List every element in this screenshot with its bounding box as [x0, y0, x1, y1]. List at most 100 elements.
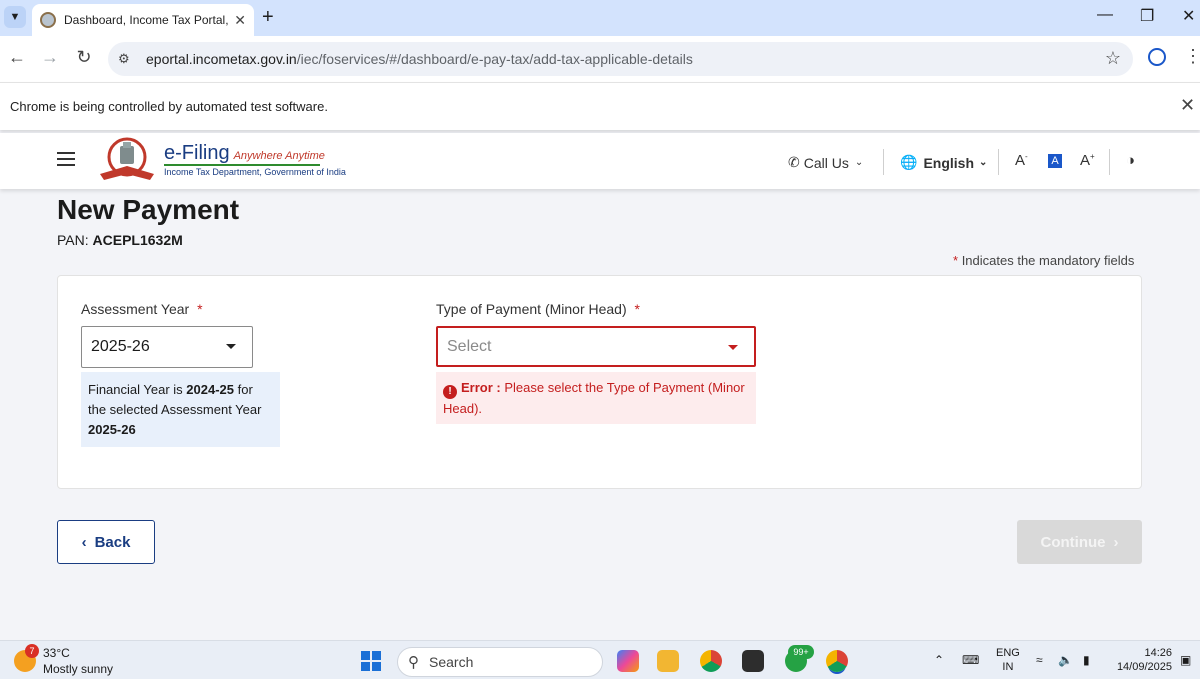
- fy-info-assessment-year: 2025-26: [88, 422, 136, 437]
- site-favicon-icon: [40, 12, 56, 28]
- address-bar[interactable]: ⚙ eportal.incometax.gov.in/iec/foservice…: [108, 42, 1133, 76]
- file-explorer-icon[interactable]: [657, 650, 679, 672]
- payment-type-label: Type of Payment (Minor Head) *: [436, 301, 640, 317]
- chrome-menu-icon[interactable]: ⋮: [1184, 46, 1200, 67]
- reload-icon[interactable]: ↻: [72, 47, 96, 68]
- income-tax-emblem-icon: [100, 137, 154, 180]
- pan-value: ACEPL1632M: [92, 232, 183, 248]
- assessment-year-value: 2025-26: [91, 338, 150, 355]
- font-increase-label: A: [1080, 152, 1091, 169]
- browser-tab[interactable]: Dashboard, Income Tax Portal, G ✕: [32, 4, 254, 36]
- window-close-icon[interactable]: ✕: [1182, 6, 1195, 26]
- restore-icon[interactable]: ❐: [1140, 6, 1154, 26]
- mandatory-note: * Indicates the mandatory fields: [953, 253, 1134, 268]
- forward-arrow-icon[interactable]: →: [38, 47, 62, 68]
- automation-infobar: Chrome is being controlled by automated …: [0, 82, 1200, 130]
- windows-taskbar: 7 33°C Mostly sunny ⚲ Search 99+ ⌃ ⌨ ENG I…: [0, 640, 1200, 679]
- pan-info: PAN: ACEPL1632M: [57, 232, 183, 248]
- financial-year-info: Financial Year is 2024-25 for the select…: [81, 372, 280, 447]
- copilot-app-icon[interactable]: [617, 650, 639, 672]
- payment-details-card: Assessment Year * 2025-26 Financial Year…: [57, 275, 1142, 489]
- url-host: eportal.incometax.gov.in: [146, 51, 297, 67]
- back-arrow-icon[interactable]: ←: [5, 47, 29, 68]
- bookmark-star-icon[interactable]: ☆: [1105, 48, 1121, 69]
- dropdown-caret-icon: [728, 345, 738, 350]
- speaker-muted-icon[interactable]: 🔈: [1058, 653, 1073, 667]
- weather-description[interactable]: Mostly sunny: [43, 662, 113, 676]
- payment-type-label-text: Type of Payment (Minor Head): [436, 301, 627, 317]
- tab-search-chevron-icon[interactable]: ▼: [4, 6, 26, 28]
- search-icon: ⚲: [408, 654, 419, 671]
- globe-icon: 🌐: [900, 154, 918, 170]
- error-alert-icon: !: [443, 385, 457, 399]
- fy-info-text-1: Financial Year is: [88, 382, 187, 397]
- url-text: eportal.incometax.gov.in/iec/foservices/…: [146, 51, 693, 67]
- chrome-active-app-icon[interactable]: [826, 650, 848, 672]
- system-clock[interactable]: 14:26 14/09/2025: [1112, 646, 1172, 674]
- header-divider: [1109, 149, 1110, 175]
- hamburger-menu-icon[interactable]: [57, 152, 75, 166]
- required-asterisk: *: [197, 301, 203, 317]
- browser-tab-strip: ▼ Dashboard, Income Tax Portal, G ✕ + — …: [0, 0, 1200, 36]
- payment-type-error: ! Error : Please select the Type of Payme…: [436, 372, 756, 424]
- site-header: e-Filing Anywhere Anytime Income Tax Depa…: [0, 133, 1200, 189]
- chevron-right-icon: ›: [1113, 533, 1119, 551]
- profile-avatar-icon[interactable]: [1148, 48, 1166, 66]
- efiling-logo[interactable]: e-Filing Anywhere Anytime: [164, 142, 325, 165]
- font-normal-label: A: [1051, 155, 1059, 167]
- call-us-label: Call Us: [803, 154, 849, 171]
- pan-label: PAN:: [57, 232, 89, 248]
- error-label: Error: [461, 380, 493, 395]
- tab-title: Dashboard, Income Tax Portal, G: [64, 13, 229, 27]
- header-divider: [883, 149, 884, 175]
- contrast-toggle-icon[interactable]: ◑: [1126, 152, 1135, 169]
- payment-type-select[interactable]: Select: [436, 326, 756, 367]
- assessment-year-label: Assessment Year *: [81, 301, 203, 317]
- new-tab-icon[interactable]: +: [262, 6, 274, 28]
- chevron-down-icon: ⌄: [854, 157, 864, 168]
- whatsapp-unread-badge: 99+: [788, 645, 814, 659]
- mandatory-note-text: Indicates the mandatory fields: [961, 253, 1135, 268]
- infobar-close-icon[interactable]: ✕: [1180, 95, 1195, 116]
- chevron-down-icon: ⌄: [979, 157, 988, 168]
- page-title: New Payment: [57, 194, 240, 225]
- tray-overflow-chevron-icon[interactable]: ⌃: [934, 653, 944, 667]
- assessment-year-select[interactable]: 2025-26: [81, 326, 253, 368]
- battery-icon[interactable]: ▮: [1083, 653, 1090, 667]
- site-info-icon[interactable]: ⚙: [118, 51, 140, 67]
- chevron-left-icon: ‹: [81, 533, 87, 551]
- font-increase-button[interactable]: A+: [1080, 152, 1095, 169]
- required-asterisk: *: [953, 253, 959, 268]
- windows-start-icon[interactable]: [361, 651, 381, 671]
- tab-close-icon[interactable]: ✕: [234, 12, 246, 29]
- keyboard-icon[interactable]: ⌨: [962, 653, 979, 667]
- assessment-year-label-text: Assessment Year: [81, 301, 190, 317]
- required-asterisk: *: [634, 301, 640, 317]
- back-button[interactable]: ‹ Back: [57, 520, 155, 564]
- fy-info-year: 2024-25: [186, 382, 234, 397]
- weather-temperature[interactable]: 33°C: [43, 646, 70, 660]
- sticky-notes-icon[interactable]: [742, 650, 764, 672]
- weather-alert-badge: 7: [25, 644, 39, 658]
- input-language[interactable]: ENG IN: [996, 646, 1020, 674]
- header-divider: [998, 149, 999, 175]
- chrome-app-icon[interactable]: [700, 650, 722, 672]
- browser-toolbar: ← → ↻ ⚙ eportal.incometax.gov.in/iec/fos…: [0, 36, 1200, 82]
- continue-button[interactable]: Continue ›: [1017, 520, 1142, 564]
- continue-button-label: Continue: [1040, 533, 1106, 551]
- font-normal-button[interactable]: A: [1048, 154, 1062, 168]
- notification-bell-icon[interactable]: ▣: [1180, 653, 1191, 667]
- wifi-icon[interactable]: ≈: [1036, 653, 1043, 667]
- font-decrease-button[interactable]: A-: [1015, 152, 1028, 169]
- taskbar-search[interactable]: ⚲ Search: [397, 647, 603, 677]
- back-button-label: Back: [94, 533, 131, 551]
- language-selector[interactable]: 🌐 English ⌄: [900, 154, 987, 171]
- minimize-icon[interactable]: —: [1097, 6, 1113, 24]
- logo-tagline: Anywhere Anytime: [233, 150, 325, 162]
- taskbar-search-label: Search: [429, 654, 474, 670]
- font-decrease-label: A: [1015, 152, 1026, 169]
- dropdown-caret-icon: [226, 344, 236, 349]
- region-code: IN: [1002, 661, 1014, 673]
- language-label: English: [923, 154, 974, 171]
- call-us-menu[interactable]: ✆ Call Us ⌄: [788, 154, 863, 171]
